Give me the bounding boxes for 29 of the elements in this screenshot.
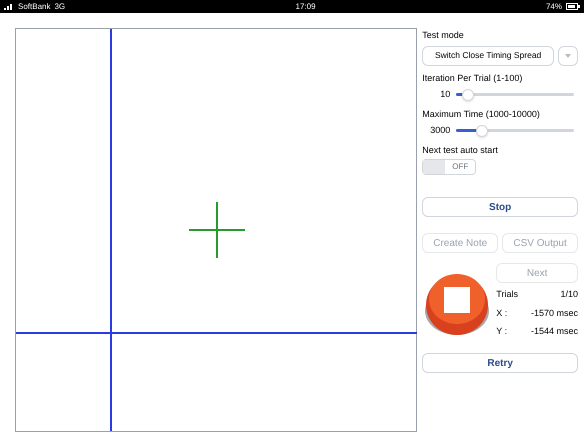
slider-track[interactable] — [456, 124, 574, 137]
battery-icon — [566, 3, 580, 10]
slider-thumb[interactable] — [476, 124, 488, 137]
slider-label: Iteration Per Trial (1-100) — [422, 72, 524, 85]
result-value: 1/10 — [560, 288, 578, 301]
result-value: -1544 msec — [530, 325, 578, 338]
caret-icon — [565, 54, 571, 58]
slider-track[interactable] — [456, 88, 574, 101]
toggle-switch[interactable]: OFF — [422, 159, 476, 175]
signal-icon — [4, 3, 14, 10]
result-label: X : — [496, 306, 508, 320]
result-value: -1570 msec — [530, 306, 578, 320]
network-text: 3G — [54, 0, 66, 12]
auto-start-label: Next test auto start — [422, 144, 499, 156]
clock-text: 17:09 — [296, 0, 316, 12]
result-label: Trials — [496, 288, 518, 301]
toggle-text: OFF — [451, 161, 470, 173]
result-label: Y : — [496, 325, 508, 338]
test-mode-field[interactable]: Switch Close Timing Spread — [422, 46, 554, 66]
slider-label: Maximum Time (1000-10000) — [422, 108, 541, 121]
slider-thumb[interactable] — [462, 88, 474, 101]
battery-text: 74% — [546, 0, 562, 12]
action-button[interactable]: Stop — [422, 197, 578, 217]
carrier-text: SoftBank — [18, 0, 50, 12]
slider-reading: 10 — [439, 88, 452, 101]
test-mode-label: Test mode — [422, 29, 465, 42]
action-button[interactable]: Retry — [422, 353, 578, 373]
dropdown-button[interactable] — [558, 46, 578, 66]
slider-reading: 3000 — [429, 124, 452, 137]
